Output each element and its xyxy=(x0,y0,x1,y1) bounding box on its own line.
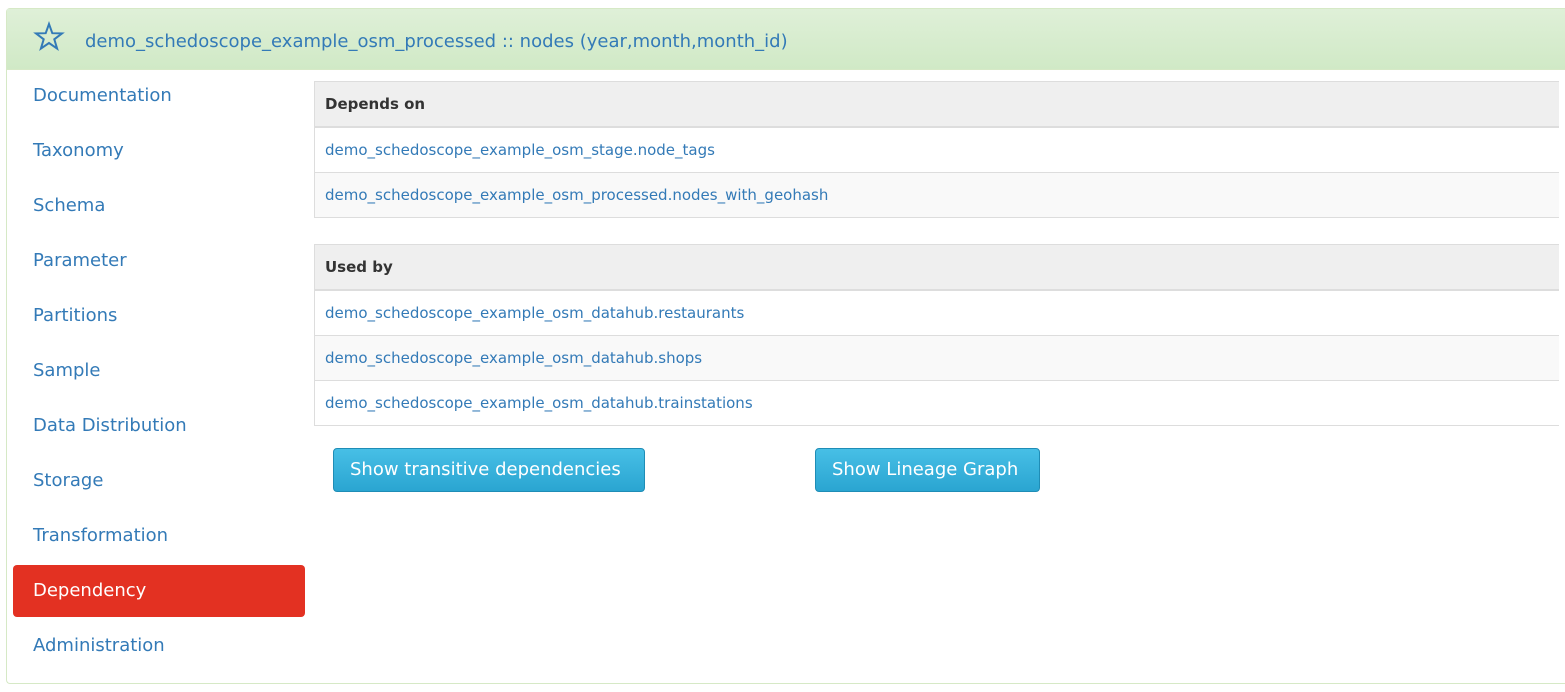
table-row: demo_schedoscope_example_osm_processed.n… xyxy=(314,172,1559,218)
depends-on-table: Depends on demo_schedoscope_example_osm_… xyxy=(314,81,1559,218)
sidebar-item-data-distribution[interactable]: Data Distribution xyxy=(13,400,305,452)
table-row: demo_schedoscope_example_osm_datahub.tra… xyxy=(314,380,1559,426)
dependency-content: Depends on demo_schedoscope_example_osm_… xyxy=(314,81,1565,494)
dependency-link[interactable]: demo_schedoscope_example_osm_stage.node_… xyxy=(314,126,1559,173)
sidebar-item-schema[interactable]: Schema xyxy=(13,180,305,232)
used-by-table: Used by demo_schedoscope_example_osm_dat… xyxy=(314,244,1559,426)
table-row: demo_schedoscope_example_osm_stage.node_… xyxy=(314,126,1559,173)
sidebar-item-parameter[interactable]: Parameter xyxy=(13,235,305,287)
page-title: demo_schedoscope_example_osm_processed :… xyxy=(85,31,788,52)
sidebar-item-partitions[interactable]: Partitions xyxy=(13,290,305,342)
sidebar-item-dependency[interactable]: Dependency xyxy=(13,565,305,617)
action-buttons: Show transitive dependencies Show Lineag… xyxy=(314,448,1565,494)
depends-on-header: Depends on xyxy=(314,81,1559,128)
sidebar-item-taxonomy[interactable]: Taxonomy xyxy=(13,125,305,177)
sidebar-item-transformation[interactable]: Transformation xyxy=(13,510,305,562)
dependent-link[interactable]: demo_schedoscope_example_osm_datahub.res… xyxy=(314,289,1559,336)
show-transitive-dependencies-button[interactable]: Show transitive dependencies xyxy=(333,448,645,492)
dependency-link[interactable]: demo_schedoscope_example_osm_processed.n… xyxy=(314,172,1559,218)
sidebar-item-sample[interactable]: Sample xyxy=(13,345,305,397)
table-row: demo_schedoscope_example_osm_datahub.res… xyxy=(314,289,1559,336)
dependent-link[interactable]: demo_schedoscope_example_osm_datahub.sho… xyxy=(314,335,1559,381)
used-by-header: Used by xyxy=(314,244,1559,291)
sidebar-nav: Documentation Taxonomy Schema Parameter … xyxy=(13,70,305,675)
show-lineage-graph-button[interactable]: Show Lineage Graph xyxy=(815,448,1040,492)
sidebar-item-administration[interactable]: Administration xyxy=(13,620,305,672)
panel-heading: demo_schedoscope_example_osm_processed :… xyxy=(7,9,1565,70)
table-row: demo_schedoscope_example_osm_datahub.sho… xyxy=(314,335,1559,381)
sidebar-item-documentation[interactable]: Documentation xyxy=(13,70,305,122)
sidebar-item-storage[interactable]: Storage xyxy=(13,455,305,507)
star-outline-icon[interactable] xyxy=(33,21,65,53)
dependent-link[interactable]: demo_schedoscope_example_osm_datahub.tra… xyxy=(314,380,1559,426)
